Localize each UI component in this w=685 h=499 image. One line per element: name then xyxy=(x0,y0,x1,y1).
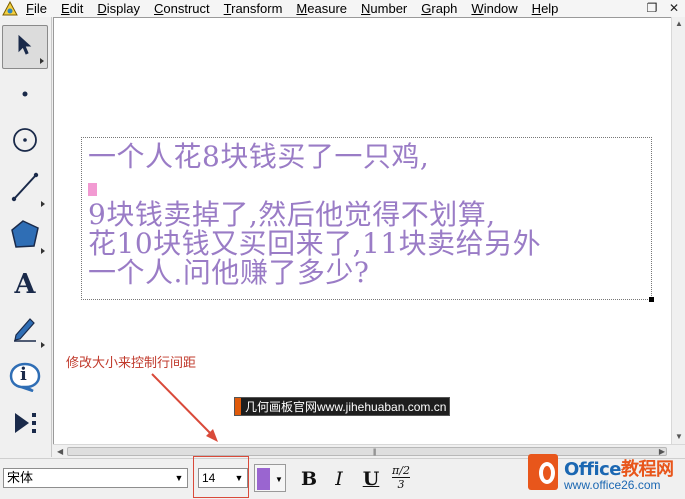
caption-line-3: 花10块钱又买回来了,11块卖给另外 xyxy=(88,227,542,260)
menu-number[interactable]: Number xyxy=(361,1,407,16)
menu-bar: File Edit Display Construct Transform Me… xyxy=(0,0,685,17)
line-segment-icon xyxy=(10,172,40,207)
marker-pen-icon xyxy=(10,313,40,348)
chevron-down-icon: ▼ xyxy=(275,475,283,484)
tool-submenu-arrow-icon xyxy=(41,248,45,254)
straightedge-tool[interactable] xyxy=(2,167,48,211)
menu-file[interactable]: File xyxy=(26,1,47,16)
caption-line-4: 一个人.问他赚了多少? xyxy=(88,256,370,289)
info-bubble-icon: i xyxy=(9,362,41,392)
point-icon xyxy=(20,86,30,104)
menu-display[interactable]: Display xyxy=(97,1,140,16)
tutorial-annotation: 修改大小来控制行间距 xyxy=(66,356,197,371)
site-watermark: 几何画板官网www.jihehuaban.com.cn xyxy=(234,397,451,416)
menu-construct[interactable]: Construct xyxy=(154,1,210,16)
menu-edit[interactable]: Edit xyxy=(61,1,83,16)
marker-tool[interactable] xyxy=(2,308,48,352)
close-window-icon[interactable]: ✕ xyxy=(663,0,685,17)
underline-button[interactable]: U xyxy=(360,467,382,491)
caption-text[interactable]: 一个人花8块钱买了一只鸡, 9块钱卖掉了,然后他觉得不划算, 花10块钱又买回来… xyxy=(88,142,648,287)
custom-tools-icon xyxy=(11,410,39,441)
text-caption-box[interactable]: 一个人花8块钱买了一只鸡, 9块钱卖掉了,然后他觉得不划算, 花10块钱又买回来… xyxy=(81,137,654,302)
toolbox: A i xyxy=(0,17,52,457)
scroll-down-icon[interactable]: ▼ xyxy=(675,433,683,441)
bold-button[interactable]: B xyxy=(298,467,320,491)
fraction-bottom: 3 xyxy=(397,478,405,491)
pointer-arrow-icon xyxy=(15,34,35,61)
info-letter: i xyxy=(20,364,27,385)
sketchpad-window: File Edit Display Construct Transform Me… xyxy=(0,0,685,499)
window-controls: ❐ ✕ xyxy=(641,0,685,17)
point-tool[interactable] xyxy=(2,73,48,117)
tool-submenu-arrow-icon xyxy=(41,201,45,207)
office-logo-icon xyxy=(528,454,558,490)
office26-logo: Office教程网 www.office26.com xyxy=(524,451,685,499)
tool-submenu-arrow-icon xyxy=(40,58,44,64)
tool-submenu-arrow-icon xyxy=(41,342,45,348)
arrow-select-tool[interactable] xyxy=(2,25,48,69)
text-caret xyxy=(88,183,97,196)
scroll-left-icon[interactable]: ◀ xyxy=(57,447,63,456)
fraction-top: π/2 xyxy=(392,464,410,477)
text-tool[interactable]: A xyxy=(2,262,48,306)
italic-button[interactable]: I xyxy=(328,467,350,491)
font-family-value: 宋体 xyxy=(7,470,34,485)
information-tool[interactable]: i xyxy=(2,355,48,399)
menu-window[interactable]: Window xyxy=(471,1,517,16)
menu-graph[interactable]: Graph xyxy=(421,1,457,16)
compass-tool[interactable] xyxy=(2,120,48,164)
text-color-fill xyxy=(257,468,270,490)
chevron-down-icon[interactable]: ▼ xyxy=(171,469,187,487)
menu-help[interactable]: Help xyxy=(532,1,559,16)
logo-url: www.office26.com xyxy=(564,478,661,492)
caption-line-1: 一个人花8块钱买了一只鸡, xyxy=(88,140,430,173)
math-format-button[interactable]: π/2 3 xyxy=(388,465,414,495)
vertical-scrollbar[interactable]: ▲ ▼ xyxy=(671,17,685,444)
sketchpad-app-icon[interactable] xyxy=(2,0,18,17)
circle-icon xyxy=(11,126,39,159)
scroll-grip-icon: ||| xyxy=(373,449,377,456)
scroll-up-icon[interactable]: ▲ xyxy=(675,20,683,28)
restore-window-icon[interactable]: ❐ xyxy=(641,0,663,17)
caption-caret-line xyxy=(88,171,648,200)
font-family-select[interactable]: 宋体 ▼ xyxy=(3,468,188,488)
menu-transform[interactable]: Transform xyxy=(224,1,283,16)
caption-line-2: 9块钱卖掉了,然后他觉得不划算, xyxy=(88,198,496,231)
polygon-tool[interactable] xyxy=(2,214,48,258)
text-a-icon: A xyxy=(14,268,36,300)
polygon-icon xyxy=(9,219,41,254)
annotation-arrow xyxy=(151,373,218,442)
custom-tool[interactable] xyxy=(2,403,48,447)
text-color-picker[interactable]: ▼ xyxy=(254,464,286,492)
font-size-highlight-box xyxy=(193,456,249,498)
resize-handle[interactable] xyxy=(649,297,654,302)
menu-measure[interactable]: Measure xyxy=(296,1,347,16)
